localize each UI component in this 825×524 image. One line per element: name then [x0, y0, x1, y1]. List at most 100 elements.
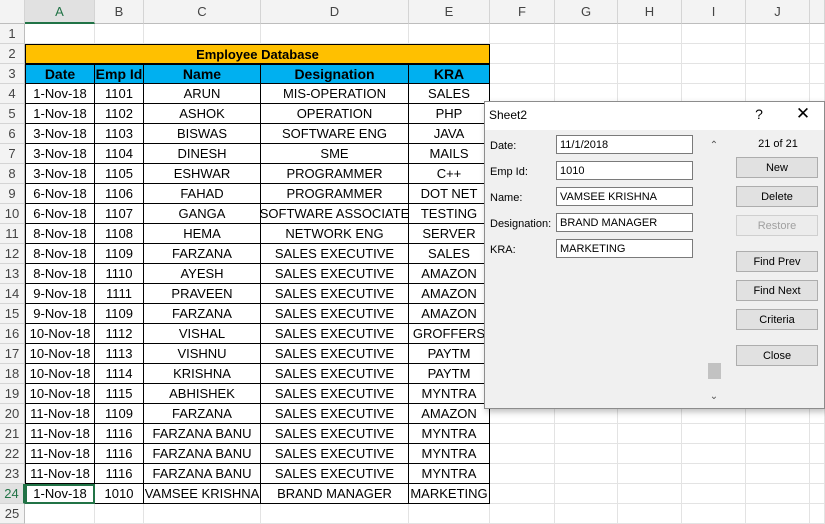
table-cell[interactable]: VAMSEE KRISHNA	[144, 484, 261, 504]
table-cell[interactable]: MIS-OPERATION	[261, 84, 409, 104]
table-cell[interactable]: 1116	[95, 424, 144, 444]
column-header[interactable]: H	[618, 0, 682, 24]
grid-cell[interactable]	[490, 64, 555, 84]
column-header[interactable]: A	[25, 0, 95, 24]
table-cell[interactable]: GANGA	[144, 204, 261, 224]
grid-cell[interactable]	[490, 464, 555, 484]
grid-cell[interactable]	[746, 464, 810, 484]
row-header[interactable]: 18	[0, 364, 25, 384]
table-cell[interactable]: AYESH	[144, 264, 261, 284]
select-all-corner[interactable]	[0, 0, 25, 24]
grid-cell[interactable]	[618, 444, 682, 464]
grid-cell[interactable]	[25, 504, 95, 524]
table-cell[interactable]: AMAZON	[409, 284, 490, 304]
row-header[interactable]: 2	[0, 44, 25, 64]
table-header-date[interactable]: Date	[25, 64, 95, 84]
table-cell[interactable]: FARZANA BANU	[144, 424, 261, 444]
table-cell[interactable]: 10-Nov-18	[25, 324, 95, 344]
table-header-kra[interactable]: KRA	[409, 64, 490, 84]
criteria-button[interactable]: Criteria	[736, 309, 818, 330]
table-cell[interactable]: ARUN	[144, 84, 261, 104]
table-cell[interactable]: 1112	[95, 324, 144, 344]
table-cell[interactable]: 1104	[95, 144, 144, 164]
table-cell[interactable]: JAVA	[409, 124, 490, 144]
table-cell[interactable]: 1105	[95, 164, 144, 184]
table-cell[interactable]: VISHAL	[144, 324, 261, 344]
column-header[interactable]: G	[555, 0, 618, 24]
grid-cell[interactable]	[618, 64, 682, 84]
table-cell[interactable]: 8-Nov-18	[25, 244, 95, 264]
row-header[interactable]: 1	[0, 24, 25, 44]
grid-cell[interactable]	[682, 464, 746, 484]
grid-cell[interactable]	[746, 24, 810, 44]
grid-cell[interactable]	[682, 424, 746, 444]
table-cell[interactable]: 3-Nov-18	[25, 124, 95, 144]
grid-cell[interactable]	[555, 424, 618, 444]
kra-field[interactable]	[556, 239, 693, 258]
table-cell[interactable]: SALES EXECUTIVE	[261, 464, 409, 484]
table-cell[interactable]: 1116	[95, 464, 144, 484]
grid-cell[interactable]	[555, 504, 618, 524]
table-cell[interactable]: 1109	[95, 404, 144, 424]
table-cell[interactable]: KRISHNA	[144, 364, 261, 384]
table-cell[interactable]: SERVER	[409, 224, 490, 244]
table-cell[interactable]: SALES	[409, 244, 490, 264]
table-cell[interactable]: 1115	[95, 384, 144, 404]
table-cell[interactable]: 8-Nov-18	[25, 264, 95, 284]
grid-cell[interactable]	[746, 444, 810, 464]
grid-cell[interactable]	[682, 504, 746, 524]
table-cell[interactable]: GROFFERS	[409, 324, 490, 344]
grid-cell[interactable]	[261, 504, 409, 524]
table-cell[interactable]: SALES EXECUTIVE	[261, 284, 409, 304]
table-cell[interactable]: NETWORK ENG	[261, 224, 409, 244]
table-cell[interactable]: SOFTWARE ASSOCIATE	[261, 204, 409, 224]
column-header[interactable]: I	[682, 0, 746, 24]
table-cell[interactable]: C++	[409, 164, 490, 184]
table-cell[interactable]: 11-Nov-18	[25, 464, 95, 484]
table-cell[interactable]: OPERATION	[261, 104, 409, 124]
row-header[interactable]: 9	[0, 184, 25, 204]
table-cell[interactable]: AMAZON	[409, 304, 490, 324]
grid-cell[interactable]	[810, 484, 825, 504]
table-cell[interactable]: SALES EXECUTIVE	[261, 384, 409, 404]
grid-cell[interactable]	[746, 504, 810, 524]
table-cell[interactable]: ABHISHEK	[144, 384, 261, 404]
table-cell[interactable]: PAYTM	[409, 344, 490, 364]
table-cell[interactable]: MAILS	[409, 144, 490, 164]
table-header-name[interactable]: Name	[144, 64, 261, 84]
restore-button[interactable]: Restore	[736, 215, 818, 236]
table-cell[interactable]: 11-Nov-18	[25, 424, 95, 444]
row-header[interactable]: 25	[0, 504, 25, 524]
row-header[interactable]: 3	[0, 64, 25, 84]
table-cell[interactable]: SALES EXECUTIVE	[261, 264, 409, 284]
grid-cell[interactable]	[746, 44, 810, 64]
table-cell[interactable]: 1114	[95, 364, 144, 384]
grid-cell[interactable]	[682, 44, 746, 64]
grid-cell[interactable]	[490, 24, 555, 44]
row-header[interactable]: 20	[0, 404, 25, 424]
grid-cell[interactable]	[810, 24, 825, 44]
grid-cell[interactable]	[555, 464, 618, 484]
row-header[interactable]: 7	[0, 144, 25, 164]
name-field[interactable]	[556, 187, 693, 206]
record-scrollbar[interactable]: ⌃ ⌄	[706, 135, 722, 405]
table-cell[interactable]: AMAZON	[409, 404, 490, 424]
scroll-up-icon[interactable]: ⌃	[706, 139, 722, 153]
help-icon[interactable]: ?	[751, 106, 767, 122]
row-header[interactable]: 22	[0, 444, 25, 464]
row-header[interactable]: 16	[0, 324, 25, 344]
table-cell[interactable]: SALES EXECUTIVE	[261, 304, 409, 324]
table-cell[interactable]: 11-Nov-18	[25, 444, 95, 464]
column-header[interactable]: C	[144, 0, 261, 24]
emp-id-field[interactable]	[556, 161, 693, 180]
row-header[interactable]: 19	[0, 384, 25, 404]
row-header[interactable]: 24	[0, 484, 25, 504]
grid-cell[interactable]	[144, 24, 261, 44]
column-header[interactable]: F	[490, 0, 555, 24]
table-cell[interactable]: SALES EXECUTIVE	[261, 344, 409, 364]
table-cell[interactable]: ESHWAR	[144, 164, 261, 184]
close-button[interactable]: Close	[736, 345, 818, 366]
table-cell[interactable]: 8-Nov-18	[25, 224, 95, 244]
table-cell[interactable]: SALES EXECUTIVE	[261, 444, 409, 464]
table-cell[interactable]: 1010	[95, 484, 144, 504]
